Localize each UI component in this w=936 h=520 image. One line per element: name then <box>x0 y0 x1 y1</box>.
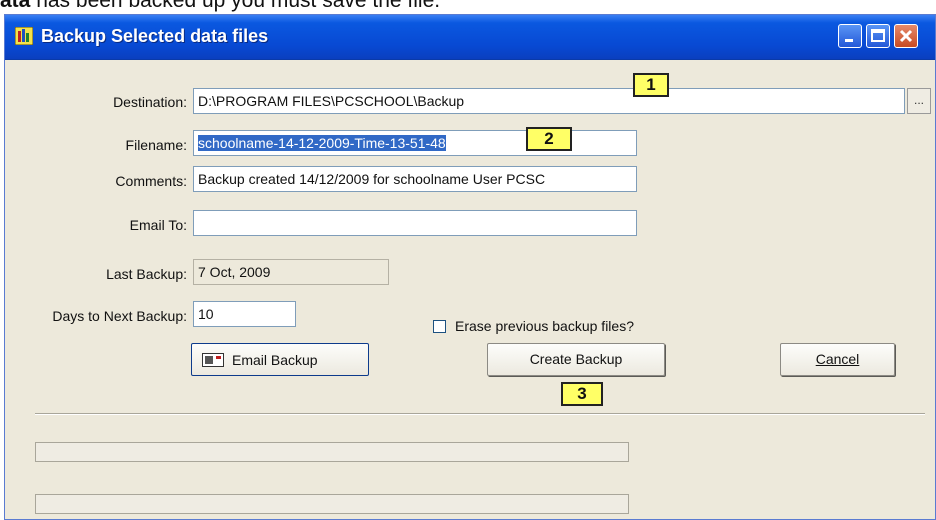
days-to-next-field[interactable]: 10 <box>193 301 296 327</box>
browse-button[interactable]: ... <box>907 88 931 114</box>
app-icon <box>15 27 33 45</box>
separator <box>35 413 925 415</box>
days-to-next-value: 10 <box>198 306 214 322</box>
last-backup-value: 7 Oct, 2009 <box>198 264 271 280</box>
create-backup-label: Create Backup <box>529 351 623 367</box>
last-backup-label: Last Backup: <box>106 266 187 282</box>
marker-2: 2 <box>526 127 572 151</box>
destination-label: Destination: <box>113 94 187 110</box>
last-backup-field: 7 Oct, 2009 <box>193 259 389 285</box>
progress-bar-2 <box>35 494 629 514</box>
comments-value: Backup created 14/12/2009 for schoolname… <box>198 171 546 187</box>
backup-dialog: Backup Selected data files Destination: … <box>4 14 936 520</box>
minimize-icon <box>845 39 853 42</box>
erase-previous-checkbox[interactable] <box>433 320 446 333</box>
marker-3: 3 <box>561 382 603 406</box>
close-button[interactable] <box>894 24 918 48</box>
cancel-label: Cancel <box>815 351 860 367</box>
title-bar[interactable]: Backup Selected data files <box>5 15 935 60</box>
progress-bar-1 <box>35 442 629 462</box>
filename-label: Filename: <box>125 137 187 153</box>
cancel-button[interactable]: Cancel <box>780 343 895 376</box>
window-title: Backup Selected data files <box>41 26 269 46</box>
comments-field[interactable]: Backup created 14/12/2009 for schoolname… <box>193 166 637 192</box>
page-caption: ata has been backed up you must save the… <box>0 0 440 13</box>
comments-label: Comments: <box>115 173 187 189</box>
email-to-label: Email To: <box>129 217 187 233</box>
email-icon <box>202 353 224 367</box>
maximize-icon <box>871 29 885 42</box>
days-to-next-label: Days to Next Backup: <box>52 308 187 324</box>
minimize-button[interactable] <box>838 24 862 48</box>
marker-1: 1 <box>633 73 669 97</box>
filename-value: schoolname-14-12-2009-Time-13-51-48 <box>198 135 446 151</box>
erase-previous-label: Erase previous backup files? <box>455 318 634 334</box>
destination-field[interactable]: D:\PROGRAM FILES\PCSCHOOL\Backup <box>193 88 905 114</box>
email-to-field[interactable] <box>193 210 637 236</box>
email-backup-button[interactable]: Email Backup <box>191 343 369 376</box>
destination-value: D:\PROGRAM FILES\PCSCHOOL\Backup <box>198 93 465 109</box>
email-backup-label: Email Backup <box>232 352 318 368</box>
caption-text: has been backed up you must save the fil… <box>30 0 441 12</box>
caption-bold: ata <box>0 0 31 12</box>
close-icon <box>899 29 913 43</box>
create-backup-button[interactable]: Create Backup <box>487 343 665 376</box>
maximize-button[interactable] <box>866 24 890 48</box>
